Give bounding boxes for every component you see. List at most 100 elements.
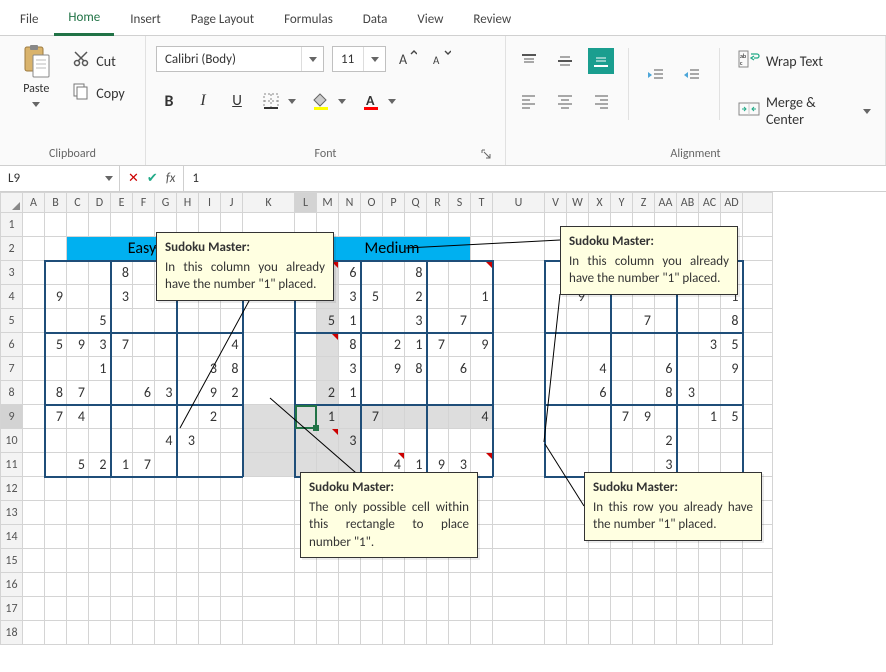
cell-A5[interactable] <box>23 309 45 333</box>
cell-T10[interactable] <box>471 429 493 453</box>
cell-AA10[interactable]: 2 <box>655 429 677 453</box>
cell-R3[interactable] <box>427 261 449 285</box>
cell-H14[interactable] <box>177 525 199 549</box>
cell-AC10[interactable] <box>699 429 721 453</box>
cell-K12[interactable] <box>243 477 295 501</box>
select-all-corner[interactable] <box>1 193 23 213</box>
cell-C3[interactable] <box>67 261 89 285</box>
cell-O3[interactable] <box>361 261 383 285</box>
cell-F14[interactable] <box>133 525 155 549</box>
cell-U6[interactable] <box>493 333 545 357</box>
cell-O16[interactable] <box>361 573 383 597</box>
cell-S17[interactable] <box>449 597 471 621</box>
cell-R4[interactable] <box>427 285 449 309</box>
cell-B16[interactable] <box>45 573 67 597</box>
cell-G16[interactable] <box>155 573 177 597</box>
cell-I17[interactable] <box>199 597 221 621</box>
cut-button[interactable]: Cut <box>68 48 128 74</box>
cell-9[interactable] <box>743 405 773 429</box>
cell-AD8[interactable] <box>721 381 743 405</box>
cell-E16[interactable] <box>111 573 133 597</box>
cell-V10[interactable] <box>545 429 567 453</box>
col-header-U[interactable]: U <box>493 193 545 213</box>
cell-V11[interactable] <box>545 453 567 477</box>
cell-A9[interactable] <box>23 405 45 429</box>
cell-G8[interactable]: 3 <box>155 381 177 405</box>
cell-T6[interactable]: 9 <box>471 333 493 357</box>
align-right-button[interactable] <box>588 88 614 114</box>
cell-V6[interactable] <box>545 333 567 357</box>
cell-A10[interactable] <box>23 429 45 453</box>
cell-V14[interactable] <box>545 525 567 549</box>
cell-O7[interactable] <box>361 357 383 381</box>
tab-file[interactable]: File <box>6 3 52 35</box>
cell-E17[interactable] <box>111 597 133 621</box>
cell-X16[interactable] <box>589 573 611 597</box>
cell-O4[interactable]: 5 <box>361 285 383 309</box>
cell-E6[interactable]: 7 <box>111 333 133 357</box>
cell-K17[interactable] <box>243 597 295 621</box>
cell-O10[interactable] <box>361 429 383 453</box>
cell-U13[interactable] <box>493 501 545 525</box>
cell-C5[interactable] <box>67 309 89 333</box>
tab-formulas[interactable]: Formulas <box>270 3 347 35</box>
cell-A6[interactable] <box>23 333 45 357</box>
cell-B12[interactable] <box>45 477 67 501</box>
cell-AD10[interactable] <box>721 429 743 453</box>
cell-R17[interactable] <box>427 597 449 621</box>
cell-E14[interactable] <box>111 525 133 549</box>
cell-N7[interactable]: 3 <box>339 357 361 381</box>
cell-C7[interactable] <box>67 357 89 381</box>
tab-page-layout[interactable]: Page Layout <box>177 3 268 35</box>
cell-O1[interactable] <box>361 213 383 237</box>
cell-E3[interactable]: 8 <box>111 261 133 285</box>
cell-M16[interactable] <box>317 573 339 597</box>
cell-AC8[interactable] <box>699 381 721 405</box>
cell-G7[interactable] <box>155 357 177 381</box>
cell-B18[interactable] <box>45 621 67 645</box>
cell-L18[interactable] <box>295 621 317 645</box>
cell-E1[interactable] <box>111 213 133 237</box>
row-header-14[interactable]: 14 <box>1 525 23 549</box>
cell-L6[interactable] <box>295 333 317 357</box>
cell-Q9[interactable] <box>405 405 427 429</box>
cell-E11[interactable]: 1 <box>111 453 133 477</box>
cell-15[interactable] <box>743 549 773 573</box>
cell-C11[interactable]: 5 <box>67 453 89 477</box>
copy-button[interactable]: Copy <box>68 80 128 106</box>
cell-V13[interactable] <box>545 501 567 525</box>
cell-L7[interactable] <box>295 357 317 381</box>
cell-AB18[interactable] <box>677 621 699 645</box>
cell-F13[interactable] <box>133 501 155 525</box>
cell-Q4[interactable]: 2 <box>405 285 427 309</box>
cell-AD16[interactable] <box>721 573 743 597</box>
cell-AB6[interactable] <box>677 333 699 357</box>
cell-E15[interactable] <box>111 549 133 573</box>
cell-D17[interactable] <box>89 597 111 621</box>
cell-T4[interactable]: 1 <box>471 285 493 309</box>
cell-T9[interactable]: 4 <box>471 405 493 429</box>
cell-P17[interactable] <box>383 597 405 621</box>
col-header-A[interactable]: A <box>23 193 45 213</box>
fill-color-button[interactable] <box>308 88 350 114</box>
cell-R16[interactable] <box>427 573 449 597</box>
cell-J17[interactable] <box>221 597 243 621</box>
cell-I9[interactable]: 2 <box>199 405 221 429</box>
cell-Y6[interactable] <box>611 333 633 357</box>
cell-F6[interactable] <box>133 333 155 357</box>
tab-review[interactable]: Review <box>459 3 525 35</box>
cell-W15[interactable] <box>567 549 589 573</box>
cell-B6[interactable]: 5 <box>45 333 67 357</box>
cell-D10[interactable] <box>89 429 111 453</box>
cell-Q3[interactable]: 8 <box>405 261 427 285</box>
cell-D9[interactable] <box>89 405 111 429</box>
cell-AA5[interactable] <box>655 309 677 333</box>
cell-D12[interactable] <box>89 477 111 501</box>
font-name-combo[interactable]: Calibri (Body) <box>156 46 324 72</box>
col-header-K[interactable]: K <box>243 193 295 213</box>
cell-G5[interactable] <box>155 309 177 333</box>
align-top-button[interactable] <box>516 48 542 74</box>
cell-W6[interactable] <box>567 333 589 357</box>
cell-C14[interactable] <box>67 525 89 549</box>
row-header-15[interactable]: 15 <box>1 549 23 573</box>
